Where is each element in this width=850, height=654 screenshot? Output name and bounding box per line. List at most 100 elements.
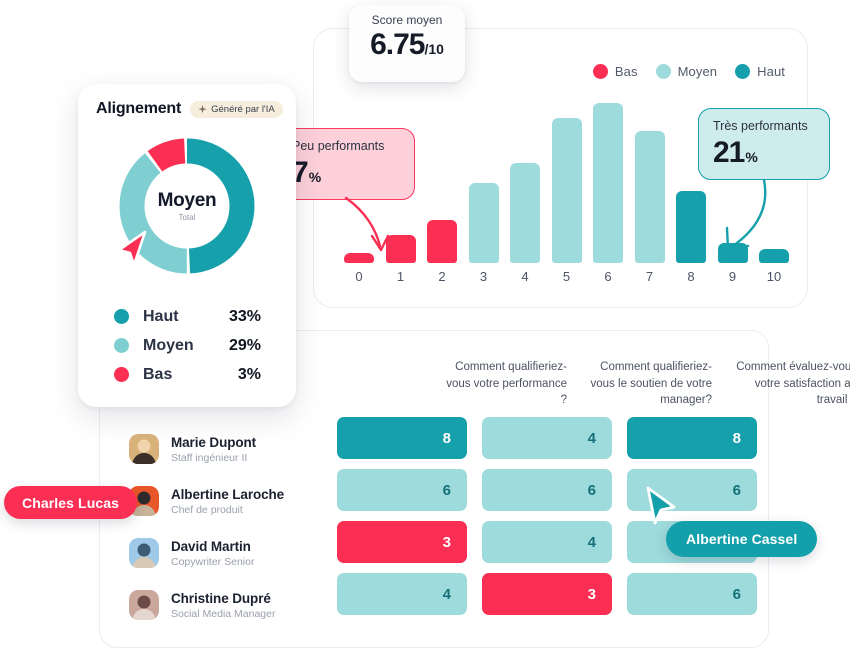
person-name: Albertine Laroche (171, 486, 285, 502)
callout-low-value-row: 7% (292, 156, 400, 190)
score-cell[interactable]: 6 (627, 573, 757, 615)
legend-label-moyen: Moyen (677, 64, 718, 79)
table-column-header: Comment évaluez-vous votre satisfaction … (736, 361, 850, 407)
chart-legend: Bas Moyen Haut (592, 64, 785, 79)
bar-column-2[interactable] (427, 88, 457, 263)
callout-low-unit: % (308, 169, 322, 186)
callout-low-label: Peu performants (292, 139, 385, 153)
cursor-albertine-cassel: Albertine Cassel (630, 485, 850, 565)
person-text: Christine Dupré Social Media Manager (171, 591, 275, 620)
donut-center-label: Moyen Total (158, 190, 217, 222)
alignment-legend-value: 29% (228, 336, 261, 354)
bar-column-3[interactable] (468, 88, 499, 263)
alignment-legend-label: Bas (143, 365, 173, 383)
bar-column-4[interactable] (510, 88, 540, 263)
alignment-legend-dot-bas (114, 367, 129, 382)
score-cell[interactable]: 4 (482, 417, 612, 459)
bar-10[interactable] (759, 249, 789, 263)
alignment-legend-row: Haut 33% (114, 302, 296, 331)
bar-5[interactable] (551, 118, 582, 263)
legend-label-haut: Haut (757, 64, 785, 79)
person-name: Marie Dupont (171, 434, 257, 450)
bar-chart-xaxis: 0 1 2 3 4 5 6 7 8 9 10 (344, 269, 789, 289)
person-name: David Martin (171, 538, 251, 554)
table-column-header: Comment qualifieriez-vous le soutien de … (590, 361, 712, 407)
legend-item-haut: Haut (735, 64, 785, 79)
average-score-label: Score moyen (371, 13, 443, 27)
bar-3[interactable] (468, 183, 499, 263)
avatar (129, 590, 159, 620)
score-cell[interactable]: 3 (337, 521, 467, 563)
callout-high-value-row: 21% (713, 136, 815, 170)
alignment-legend-dot-haut (114, 309, 129, 324)
bar-1[interactable] (385, 235, 416, 263)
score-cell[interactable]: 6 (337, 469, 467, 511)
score-cell[interactable]: 8 (337, 417, 467, 459)
callout-high-unit: % (745, 149, 758, 166)
xaxis-tick-1: 1 (396, 269, 405, 284)
alignment-legend-row: Bas 3% (114, 360, 296, 389)
donut-center-main: Moyen (157, 190, 217, 211)
bar-4[interactable] (510, 163, 540, 263)
bar-2[interactable] (427, 220, 457, 263)
ai-generated-badge-label: Généré par l'IA (211, 103, 275, 115)
xaxis-tick-4: 4 (521, 269, 529, 284)
score-cell[interactable]: 4 (482, 521, 612, 563)
bar-6[interactable] (593, 103, 623, 263)
score-cell[interactable]: 6 (482, 469, 612, 511)
xaxis-tick-6: 6 (604, 269, 612, 284)
dashboard-stage: Bas Moyen Haut 0 1 2 3 4 5 6 7 8 9 10 Score moyen … (0, 0, 850, 654)
person-role: Social Media Manager (171, 607, 276, 620)
xaxis-tick-10: 10 (766, 269, 782, 284)
person-role: Copywriter Senior (171, 555, 255, 568)
cursor-label-charles: Charles Lucas (4, 486, 138, 519)
person-name: Christine Dupré (171, 590, 271, 606)
score-cell[interactable]: 4 (337, 573, 467, 615)
person-text: David Martin Copywriter Senior (171, 539, 254, 568)
score-cell[interactable]: 8 (627, 417, 757, 459)
avatar (129, 538, 159, 568)
callout-high-value: 21 (713, 136, 745, 170)
bar-8[interactable] (676, 191, 706, 263)
cursor-pointer-icon (646, 486, 676, 525)
callout-high-label: Très performants (713, 119, 808, 133)
callout-low-performers: Peu performants 7% (277, 128, 415, 200)
ai-generated-badge: Généré par l'IA (190, 100, 283, 118)
bar-7[interactable] (634, 131, 665, 263)
bar-9[interactable] (717, 243, 748, 263)
bar-column-5[interactable] (551, 88, 582, 263)
legend-item-moyen: Moyen (655, 64, 718, 79)
alignment-legend-row: Moyen 29% (114, 331, 296, 360)
bar-0[interactable] (344, 253, 374, 263)
xaxis-tick-3: 3 (479, 269, 488, 284)
alignment-legend: Haut 33% Moyen 29% Bas 3% (114, 302, 296, 389)
average-score-value: 6.75 (370, 28, 425, 62)
xaxis-tick-2: 2 (438, 269, 446, 284)
alignment-title: Alignement (96, 100, 182, 117)
alignment-legend-value: 3% (237, 365, 261, 383)
legend-label-bas: Bas (614, 64, 638, 79)
cursor-pointer-icon (117, 230, 147, 267)
xaxis-tick-8: 8 (687, 269, 695, 284)
xaxis-tick-5: 5 (562, 269, 571, 284)
cursor-label-albertine: Albertine Cassel (666, 521, 818, 557)
average-score-card: Score moyen 6.75/10 (349, 5, 465, 82)
legend-dot-haut (735, 64, 751, 79)
alignment-legend-dot-moyen (114, 338, 129, 353)
donut-center-sub: Total (178, 213, 196, 222)
legend-item-bas: Bas (592, 64, 638, 79)
score-cell[interactable]: 3 (482, 573, 612, 615)
table-column-headers: Comment qualifieriez-vous votre performa… (437, 359, 850, 409)
alignment-legend-label: Moyen (143, 336, 194, 354)
person-role: Staff ingénieur II (171, 451, 248, 464)
alignment-legend-value: 33% (228, 307, 261, 325)
person-text: Albertine Laroche Chef de produit (171, 487, 284, 516)
sparkle-icon (198, 104, 207, 113)
xaxis-tick-9: 9 (728, 269, 737, 284)
avatar (129, 434, 159, 464)
callout-high-performers: Très performants 21% (698, 108, 830, 180)
bar-column-7[interactable] (634, 88, 665, 263)
legend-dot-bas (592, 64, 608, 79)
table-row: 436 (337, 573, 757, 615)
bar-column-6[interactable] (593, 88, 623, 263)
